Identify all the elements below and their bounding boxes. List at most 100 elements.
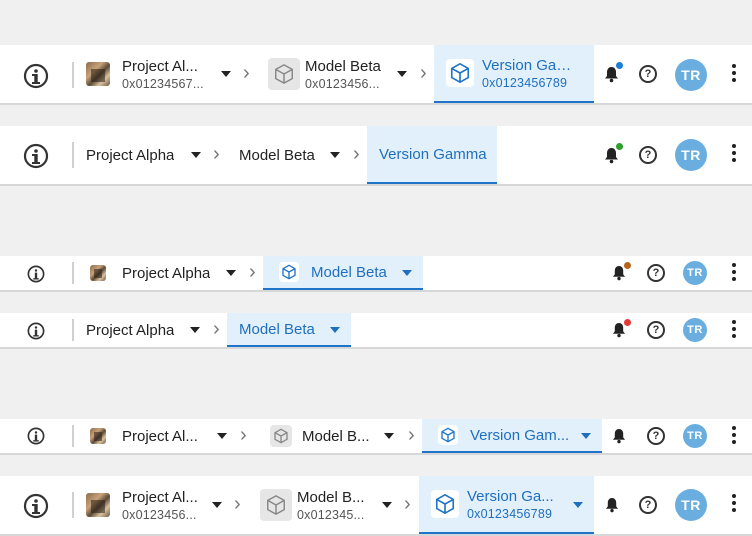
model-name: Model Beta (305, 57, 381, 75)
caret-down-icon[interactable] (402, 270, 412, 276)
notification-dot (624, 262, 631, 269)
divider (72, 142, 74, 168)
breadcrumb-bar-4: Project Alpha › Model Beta ? TR (0, 313, 752, 349)
breadcrumb-bar-1: Project Al... 0x01234567... › Model Beta… (0, 45, 752, 105)
project-name: Project Alpha (86, 321, 175, 339)
caret-down-icon[interactable] (581, 433, 591, 439)
caret-down-icon[interactable] (573, 502, 583, 508)
model-name: Model Beta (239, 320, 315, 338)
kebab-menu-icon[interactable] (732, 144, 736, 165)
bell-icon[interactable] (612, 428, 626, 449)
breadcrumb-bar-5: Project Al... › Model B... › Version Gam… (0, 419, 752, 455)
breadcrumb-version[interactable]: Version Gam... (422, 419, 602, 453)
info-logo-icon[interactable] (23, 143, 49, 169)
breadcrumb-project[interactable]: Project Alpha (86, 313, 206, 347)
kebab-menu-icon[interactable] (732, 494, 736, 515)
breadcrumb-bar-3: Project Alpha › Model Beta ? TR (0, 256, 752, 292)
notification-dot (616, 62, 623, 69)
chevron-right-icon: › (213, 318, 220, 340)
divider (72, 425, 74, 447)
breadcrumb-bar-2: Project Alpha › Model Beta › Version Gam… (0, 126, 752, 186)
cube-icon (260, 489, 292, 521)
kebab-menu-icon[interactable] (732, 426, 736, 447)
avatar[interactable]: TR (683, 261, 707, 285)
chevron-right-icon: › (408, 424, 415, 446)
help-circle-icon[interactable]: ? (639, 146, 657, 164)
project-thumbnail (86, 493, 110, 517)
notification-dot (616, 143, 623, 150)
avatar[interactable]: TR (675, 139, 707, 171)
version-name: Version Gamm... (482, 56, 582, 74)
avatar[interactable]: TR (683, 318, 707, 342)
help-circle-icon[interactable]: ? (639, 496, 657, 514)
breadcrumb-model[interactable]: Model Beta (227, 313, 351, 347)
caret-down-icon[interactable] (226, 270, 236, 276)
version-name: Version Ga... (467, 487, 554, 505)
breadcrumb-project[interactable]: Project Alpha (90, 256, 245, 290)
caret-down-icon[interactable] (330, 152, 340, 158)
divider (72, 492, 74, 518)
cube-icon (438, 425, 458, 445)
bell-icon[interactable] (604, 66, 619, 88)
kebab-menu-icon[interactable] (732, 64, 736, 85)
breadcrumb-version[interactable]: Version Ga... 0x0123456789 (419, 476, 594, 534)
model-name: Model B... (302, 427, 370, 445)
info-logo-icon[interactable] (27, 322, 45, 340)
bell-icon[interactable] (612, 322, 626, 343)
bell-icon[interactable] (612, 265, 626, 286)
project-thumbnail (86, 62, 110, 86)
chevron-right-icon: › (420, 62, 427, 84)
info-logo-icon[interactable] (23, 63, 49, 89)
help-circle-icon[interactable]: ? (647, 264, 665, 282)
chevron-right-icon: › (404, 493, 411, 515)
info-logo-icon[interactable] (23, 493, 49, 519)
breadcrumb-version[interactable]: Version Gamma (367, 126, 497, 184)
breadcrumb-model[interactable]: Model Beta 0x0123456... (268, 45, 418, 103)
breadcrumb-model[interactable]: Model B... 0x012345... (260, 476, 400, 534)
caret-down-icon[interactable] (397, 71, 407, 77)
breadcrumb-model[interactable]: Model B... (270, 419, 400, 453)
caret-down-icon[interactable] (221, 71, 231, 77)
cube-icon (446, 59, 474, 87)
version-id: 0x0123456789 (467, 506, 553, 521)
version-id: 0x0123456789 (482, 75, 568, 90)
chevron-right-icon: › (234, 493, 241, 515)
model-name: Model B... (297, 488, 365, 506)
info-logo-icon[interactable] (27, 427, 45, 445)
chevron-right-icon: › (240, 424, 247, 446)
avatar[interactable]: TR (675, 59, 707, 91)
caret-down-icon[interactable] (190, 327, 200, 333)
caret-down-icon[interactable] (191, 152, 201, 158)
kebab-menu-icon[interactable] (732, 263, 736, 284)
project-name: Project Al... (122, 488, 198, 506)
project-thumbnail (90, 265, 106, 281)
caret-down-icon[interactable] (330, 327, 340, 333)
divider (72, 262, 74, 284)
avatar[interactable]: TR (675, 489, 707, 521)
breadcrumb-model[interactable]: Model Beta (239, 126, 349, 184)
caret-down-icon[interactable] (212, 502, 222, 508)
help-circle-icon[interactable]: ? (639, 65, 657, 83)
kebab-menu-icon[interactable] (732, 320, 736, 341)
help-circle-icon[interactable]: ? (647, 321, 665, 339)
bell-icon[interactable] (605, 497, 619, 518)
chevron-right-icon: › (213, 143, 220, 165)
divider (72, 319, 74, 341)
breadcrumb-project[interactable]: Project Al... 0x0123456... (86, 476, 226, 534)
caret-down-icon[interactable] (384, 433, 394, 439)
help-circle-icon[interactable]: ? (647, 427, 665, 445)
breadcrumb-project[interactable]: Project Al... 0x01234567... (86, 45, 236, 103)
caret-down-icon[interactable] (382, 502, 392, 508)
project-id: 0x01234567... (122, 76, 204, 91)
breadcrumb-project[interactable]: Project Al... (90, 419, 230, 453)
breadcrumb-version[interactable]: Version Gamm... 0x0123456789 (434, 45, 594, 103)
breadcrumb-project[interactable]: Project Alpha (86, 126, 206, 184)
caret-down-icon[interactable] (217, 433, 227, 439)
project-name: Project Al... (122, 57, 198, 75)
cube-icon (279, 262, 299, 282)
bell-icon[interactable] (604, 147, 619, 169)
info-logo-icon[interactable] (27, 265, 45, 283)
breadcrumb-model[interactable]: Model Beta (263, 256, 423, 290)
avatar[interactable]: TR (683, 424, 707, 448)
project-name: Project Alpha (86, 146, 175, 164)
